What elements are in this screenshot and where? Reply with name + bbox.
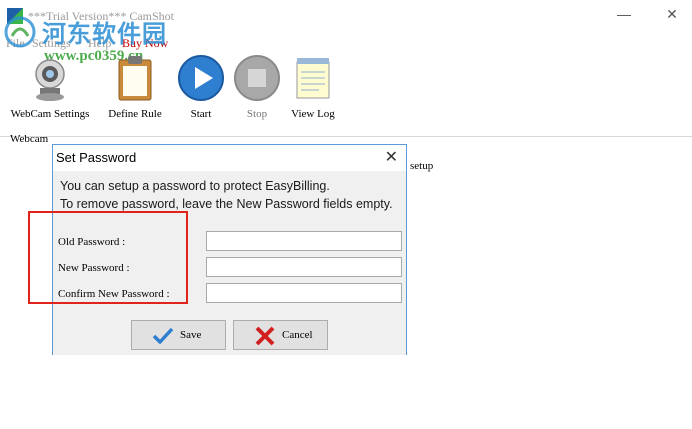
minimize-button[interactable]: —: [614, 6, 634, 22]
webcam-settings-button[interactable]: WebCam Settings: [4, 54, 96, 120]
start-label: Start: [190, 108, 212, 120]
toolbar: WebCam Settings Define Rule Start Stop V…: [0, 54, 692, 134]
dialog-info-line-1: You can setup a password to protect Easy…: [60, 179, 330, 193]
webcam-icon: [35, 59, 65, 101]
watermark-logo-icon: [4, 16, 36, 48]
checkmark-icon: [152, 327, 174, 344]
old-password-input[interactable]: [206, 231, 402, 251]
start-button[interactable]: Start: [176, 54, 226, 120]
cancel-x-icon: [255, 326, 275, 346]
stop-button[interactable]: Stop: [232, 54, 282, 120]
stop-icon: [234, 55, 280, 101]
dialog-info-line-2: To remove password, leave the New Passwo…: [60, 197, 393, 211]
close-button[interactable]: ✕: [662, 6, 682, 23]
dialog-close-button[interactable]: ✕: [385, 147, 398, 167]
define-rule-button[interactable]: Define Rule: [98, 54, 172, 120]
view-log-label: View Log: [291, 108, 335, 120]
view-log-button[interactable]: View Log: [286, 54, 340, 120]
webcam-section-label: Webcam: [10, 133, 49, 145]
setup-text: setup: [410, 160, 434, 172]
watermark-title: 河东软件园: [42, 20, 167, 48]
define-rule-label: Define Rule: [108, 108, 162, 120]
dialog-title: Set Password: [56, 150, 137, 165]
new-password-input[interactable]: [206, 257, 402, 277]
save-label: Save: [180, 329, 202, 341]
annotation-highlight-box: [28, 211, 188, 304]
play-icon: [178, 55, 224, 101]
cancel-label: Cancel: [282, 329, 313, 341]
notepad-icon: [296, 58, 330, 99]
toolbar-divider: [0, 136, 692, 137]
stop-label: Stop: [246, 108, 268, 120]
save-button[interactable]: Save: [131, 320, 226, 350]
cancel-button[interactable]: Cancel: [233, 320, 328, 350]
clipboard-icon: [118, 56, 152, 101]
confirm-password-input[interactable]: [206, 283, 402, 303]
webcam-settings-label: WebCam Settings: [10, 108, 90, 120]
